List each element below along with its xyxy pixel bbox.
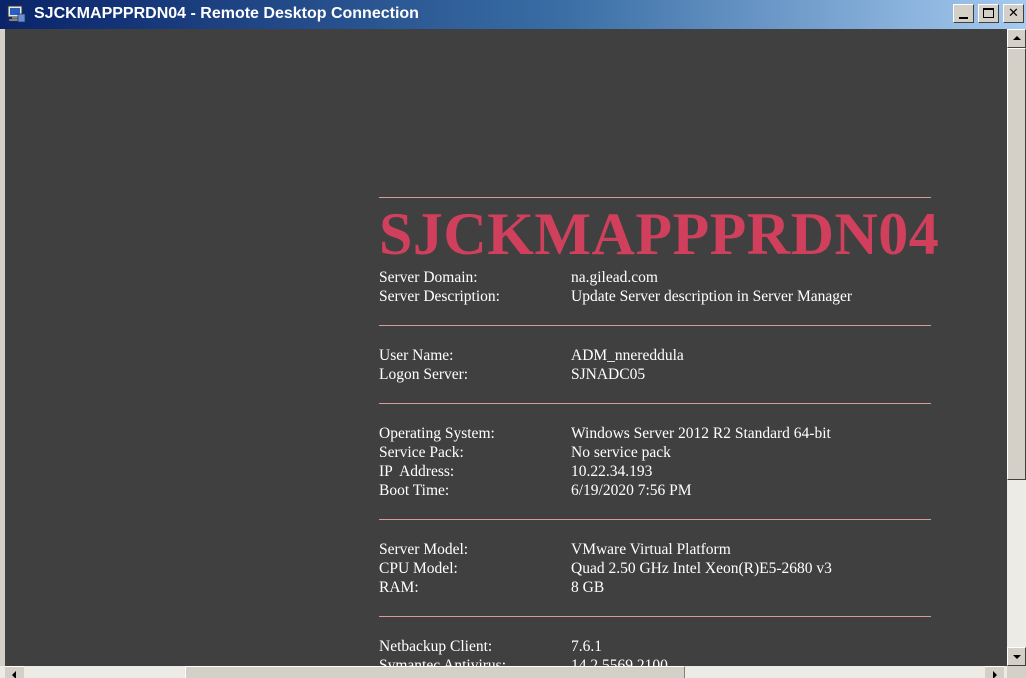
info-value: Windows Server 2012 R2 Standard 64-bit <box>571 425 831 442</box>
maximize-button[interactable] <box>978 4 999 23</box>
info-label: Symantec Antivirus: <box>379 657 507 666</box>
info-label: IP Address: <box>379 463 455 480</box>
title-bar[interactable]: SJCKMAPPPRDN04 - Remote Desktop Connecti… <box>0 0 1026 29</box>
arrow-right-icon <box>993 671 997 678</box>
info-value: Update Server description in Server Mana… <box>571 288 853 305</box>
arrow-left-icon <box>12 671 16 678</box>
info-value: ADM_nnereddula <box>571 347 684 364</box>
info-label: Service Pack: <box>379 444 464 461</box>
info-label: CPU Model: <box>379 560 458 577</box>
scroll-up-button[interactable] <box>1007 29 1026 48</box>
info-label: Server Model: <box>379 541 469 558</box>
info-label: Server Domain: <box>379 269 478 286</box>
hostname-title: SJCKMAPPPRDN04 <box>379 201 940 267</box>
info-value: VMware Virtual Platform <box>571 541 731 558</box>
info-value: 14.2.5569.2100 <box>571 657 668 666</box>
info-label: RAM: <box>379 579 419 596</box>
info-value: No service pack <box>571 444 671 461</box>
horizontal-scrollbar[interactable] <box>0 666 1007 678</box>
remote-desktop-icon <box>7 5 26 23</box>
info-label: Server Description: <box>379 288 500 305</box>
info-value: 8 GB <box>571 579 605 596</box>
info-label: User Name: <box>379 347 454 364</box>
arrow-up-icon <box>1013 36 1021 40</box>
maximize-icon <box>983 8 994 18</box>
info-value: na.gilead.com <box>571 269 658 286</box>
horizontal-scroll-thumb[interactable] <box>185 666 685 678</box>
minimize-icon <box>959 17 968 19</box>
divider <box>379 325 931 326</box>
info-value: 6/19/2020 7:56 PM <box>571 482 692 499</box>
divider <box>379 519 931 520</box>
minimize-button[interactable] <box>953 4 974 23</box>
info-label: Operating System: <box>379 425 495 442</box>
arrow-down-icon <box>1013 655 1021 659</box>
window-title: SJCKMAPPPRDN04 - Remote Desktop Connecti… <box>34 5 419 22</box>
info-value: Quad 2.50 GHz Intel Xeon(R)E5-2680 v3 <box>571 560 832 577</box>
close-button[interactable]: ✕ <box>1003 4 1024 23</box>
divider <box>379 616 931 617</box>
info-label: Boot Time: <box>379 482 450 499</box>
info-value: 10.22.34.193 <box>571 463 653 480</box>
vertical-scrollbar[interactable] <box>1007 29 1026 666</box>
scrollbar-corner <box>1007 666 1026 678</box>
info-label: Netbackup Client: <box>379 638 493 655</box>
divider <box>379 403 931 404</box>
info-value: SJNADC05 <box>571 366 646 383</box>
vertical-scroll-thumb[interactable] <box>1007 48 1026 480</box>
close-icon: ✕ <box>1008 6 1019 21</box>
scroll-down-button[interactable] <box>1007 647 1026 666</box>
info-label: Logon Server: <box>379 366 469 383</box>
scroll-left-button[interactable] <box>5 666 24 678</box>
divider <box>379 197 931 198</box>
info-value: 7.6.1 <box>571 638 602 655</box>
scroll-right-button[interactable] <box>985 666 1004 678</box>
remote-desktop-viewport[interactable]: SJCKMAPPPRDN04 Server Domain: na.gilead.… <box>5 29 1007 666</box>
